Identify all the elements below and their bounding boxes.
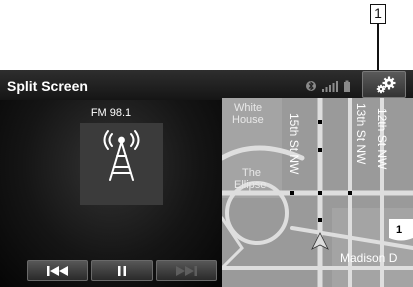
previous-track-button[interactable] <box>27 260 89 281</box>
map-view[interactable]: White House The Ellipse 15th St NW 13th St… <box>222 98 413 287</box>
settings-button[interactable] <box>362 71 406 98</box>
head-unit-screen: Split Screen FM 98.1 White House The Ell… <box>0 70 413 287</box>
signal-bars-icon <box>322 81 338 92</box>
battery-icon <box>344 80 350 92</box>
skip-forward-icon <box>176 265 198 276</box>
pause-button[interactable] <box>91 260 153 281</box>
route-shield-icon: 1 <box>389 219 413 241</box>
map-label-white-house: White House <box>232 102 264 126</box>
map-label-madison: Madison D <box>340 251 398 265</box>
playback-controls <box>27 260 217 281</box>
next-track-button[interactable] <box>155 260 217 281</box>
screen-title: Split Screen <box>7 78 88 94</box>
callout-number-1: 1 <box>370 4 386 24</box>
audio-pane: FM 98.1 <box>0 100 222 287</box>
map-label-13th-st: 13th St NW <box>354 103 368 165</box>
status-icons <box>306 80 350 92</box>
station-name: FM 98.1 <box>90 107 132 119</box>
map-label-15th-st: 15th St NW <box>287 113 301 175</box>
gears-icon <box>376 76 396 94</box>
skip-back-icon <box>46 265 68 276</box>
map-label-12th-st: 12th St NW <box>375 108 389 170</box>
route-number: 1 <box>396 224 402 236</box>
pause-icon <box>117 265 126 276</box>
bluetooth-icon <box>306 81 316 91</box>
album-art <box>80 123 163 205</box>
title-bar: Split Screen <box>0 70 413 100</box>
antenna-tower-icon <box>103 130 140 181</box>
